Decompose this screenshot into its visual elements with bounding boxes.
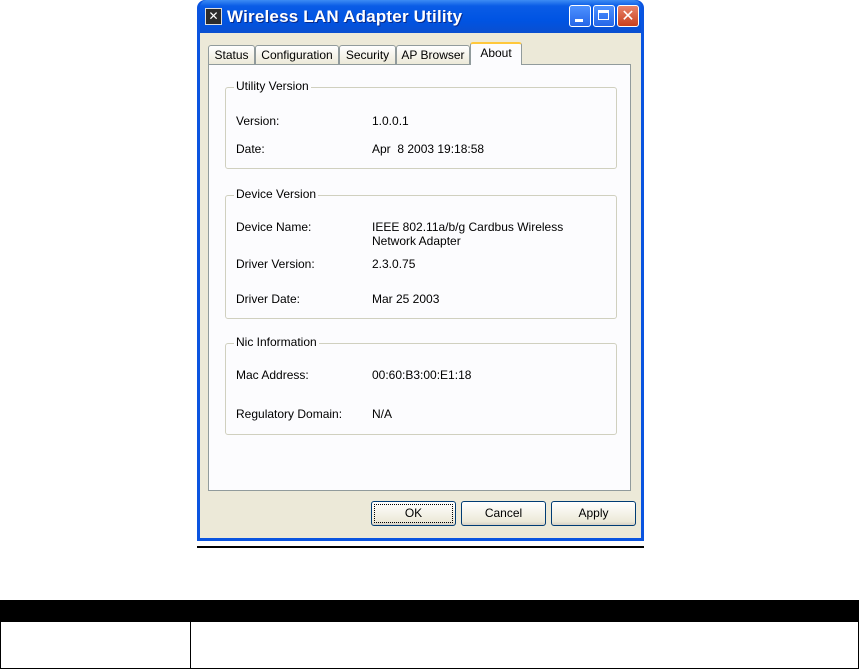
ok-button[interactable]: OK	[371, 501, 456, 526]
tab-security[interactable]: Security	[339, 45, 396, 64]
regulatory-domain-label: Regulatory Domain:	[236, 407, 343, 421]
driver-version-value: 2.3.0.75	[372, 257, 416, 271]
driver-date-value: Mar 25 2003	[372, 292, 440, 306]
table-row	[0, 622, 859, 669]
date-value: Apr 8 2003 19:18:58	[372, 142, 485, 156]
table-header	[0, 600, 859, 622]
table-cell	[1, 622, 191, 668]
window-title: Wireless LAN Adapter Utility	[227, 7, 463, 26]
close-icon: ✕	[621, 6, 635, 25]
maximize-button[interactable]	[593, 5, 615, 27]
dialog-body: Status Configuration Security AP Browser…	[200, 33, 641, 538]
tab-configuration[interactable]: Configuration	[255, 45, 339, 64]
apply-button[interactable]: Apply	[551, 501, 636, 526]
tab-status[interactable]: Status	[208, 45, 255, 64]
group-title: Nic Information	[234, 335, 319, 349]
tab-about[interactable]: About	[470, 42, 522, 65]
minimize-button[interactable]	[569, 5, 591, 27]
driver-date-label: Driver Date:	[236, 292, 301, 306]
mac-address-label: Mac Address:	[236, 368, 309, 382]
device-name-value-line1: IEEE 802.11a/b/g Cardbus Wireless	[372, 220, 564, 234]
date-label: Date:	[236, 142, 265, 156]
device-name-value-line2: Network Adapter	[372, 234, 461, 248]
tab-ap-browser[interactable]: AP Browser	[396, 45, 470, 64]
nic-information-group: Nic Information Mac Address: 00:60:B3:00…	[225, 335, 617, 435]
divider	[197, 546, 644, 548]
focus-rect	[374, 504, 453, 523]
version-value: 1.0.0.1	[372, 114, 409, 128]
device-name-label: Device Name:	[236, 220, 312, 234]
utility-window: ✕ Wireless LAN Adapter Utility ✕ Status …	[197, 0, 644, 541]
mac-address-value: 00:60:B3:00:E1:18	[372, 368, 472, 382]
minimize-icon	[575, 19, 583, 22]
network-adapter-icon[interactable]: ✕	[205, 8, 222, 25]
about-panel: Utility Version Version: 1.0.0.1 Date: A…	[208, 64, 631, 491]
regulatory-domain-value: N/A	[372, 407, 393, 421]
group-title: Device Version	[234, 187, 319, 201]
driver-version-label: Driver Version:	[236, 257, 315, 271]
device-version-group: Device Version Device Name: IEEE 802.11a…	[225, 187, 617, 319]
cancel-button[interactable]: Cancel	[461, 501, 546, 526]
version-label: Version:	[236, 114, 280, 128]
utility-version-group: Utility Version Version: 1.0.0.1 Date: A…	[225, 79, 617, 169]
close-button[interactable]: ✕	[617, 5, 639, 27]
title-bar[interactable]: ✕ Wireless LAN Adapter Utility ✕	[200, 0, 641, 33]
group-title: Utility Version	[234, 79, 311, 93]
maximize-icon	[598, 10, 609, 20]
